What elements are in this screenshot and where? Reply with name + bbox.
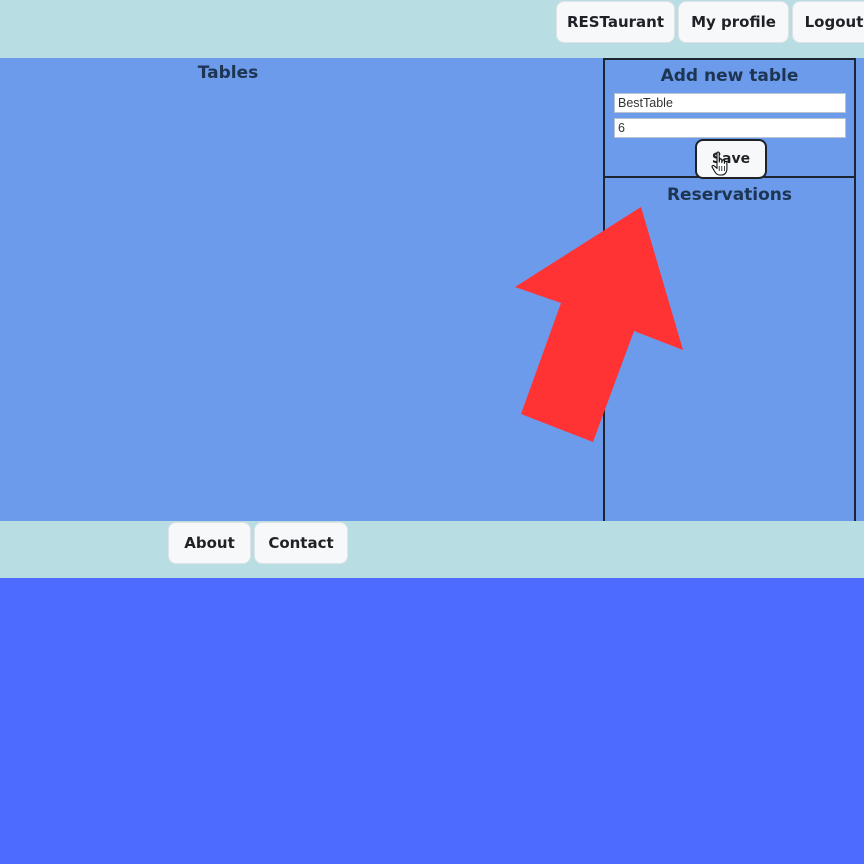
top-navbar: RESTaurant My profile Logout — [0, 0, 864, 58]
side-panel: Add new table Save Reservations — [603, 58, 856, 521]
table-seats-field[interactable] — [614, 118, 846, 138]
footer-bar: About Contact — [0, 521, 864, 578]
page: RESTaurant My profile Logout Tables Add … — [0, 0, 864, 864]
add-table-section: Add new table Save — [605, 60, 854, 179]
contact-button[interactable]: Contact — [254, 522, 348, 564]
tables-heading: Tables — [197, 63, 259, 83]
reservations-heading: Reservations — [666, 185, 793, 205]
about-button[interactable]: About — [168, 522, 251, 564]
restaurant-home-button[interactable]: RESTaurant — [556, 1, 675, 43]
add-table-heading: Add new table — [660, 66, 799, 86]
table-name-field[interactable] — [614, 93, 846, 113]
my-profile-button[interactable]: My profile — [678, 1, 789, 43]
hand-pointer-icon — [711, 151, 728, 176]
logout-button[interactable]: Logout — [792, 1, 864, 43]
main-content: Tables Add new table Save Reservations — [0, 58, 864, 521]
